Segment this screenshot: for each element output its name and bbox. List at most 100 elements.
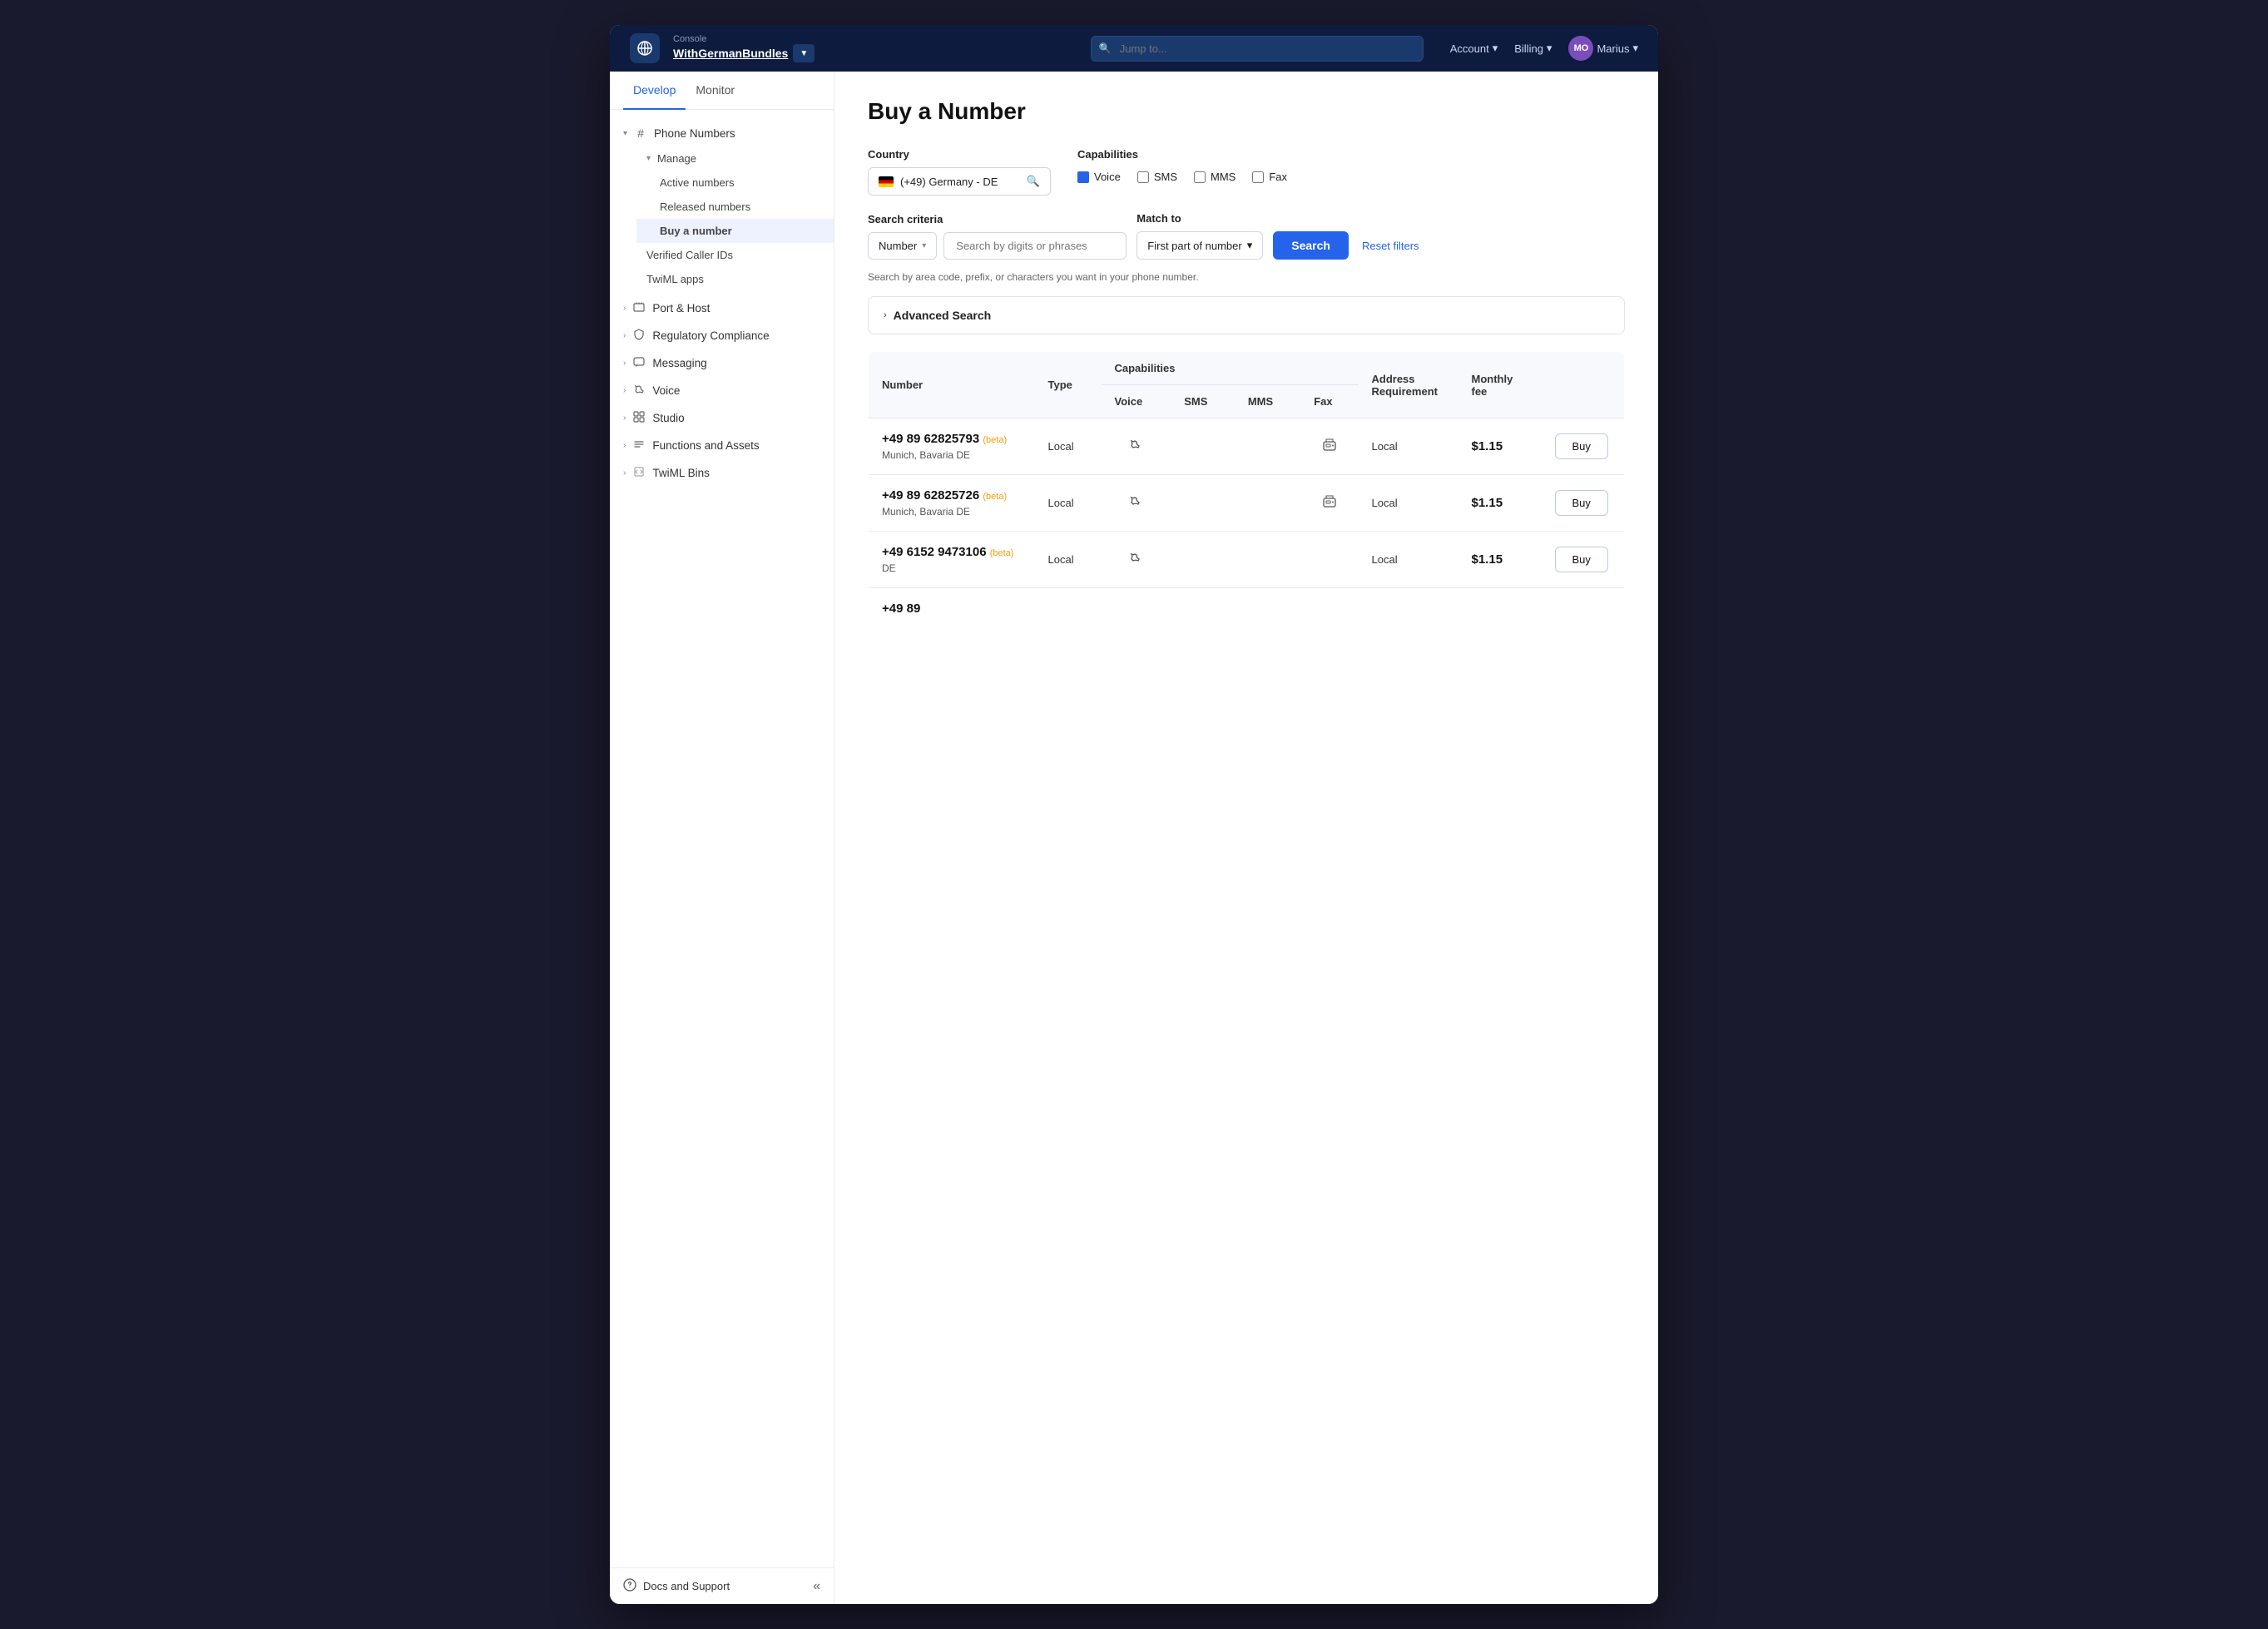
sms-checkbox[interactable]	[1137, 171, 1149, 183]
country-group: Country (+49) Germany - DE 🔍	[868, 148, 1051, 196]
voice-cell	[1102, 532, 1171, 588]
page-title: Buy a Number	[868, 98, 1625, 125]
user-menu[interactable]: MO Marius ▾	[1568, 36, 1638, 61]
sidebar-item-studio[interactable]: › Studio	[610, 404, 834, 432]
sidebar: Develop Monitor ▾ # Phone Numbers ▾ Mana…	[610, 72, 834, 1604]
th-type: Type	[1035, 352, 1102, 418]
number-cell: +49 89	[869, 588, 1035, 630]
sidebar-item-twiml-apps[interactable]: TwiML apps	[623, 267, 834, 291]
compliance-icon	[632, 329, 646, 343]
country-value: (+49) Germany - DE	[900, 176, 998, 188]
tab-monitor[interactable]: Monitor	[686, 72, 745, 110]
mms-cell	[1235, 532, 1300, 588]
flag-de-icon	[879, 176, 894, 187]
number-cell: +49 89 62825793 (beta) Munich, Bavaria D…	[869, 418, 1035, 475]
cap-mms[interactable]: MMS	[1194, 171, 1236, 183]
buy-button[interactable]: Buy	[1555, 547, 1608, 572]
fax-cell	[1300, 475, 1358, 532]
buy-cell: Buy	[1542, 475, 1625, 532]
match-to-dropdown[interactable]: First part of number ▾	[1136, 231, 1263, 260]
billing-menu[interactable]: Billing ▾	[1514, 42, 1552, 55]
help-icon	[623, 1578, 636, 1594]
search-row: Search criteria Number ▾ Match to Fi	[868, 212, 1625, 260]
th-sms: SMS	[1171, 385, 1235, 418]
advanced-search-toggle[interactable]: › Advanced Search	[868, 296, 1625, 334]
monthly-fee-cell: $1.15	[1458, 532, 1542, 588]
sidebar-item-phone-numbers[interactable]: ▾ # Phone Numbers	[610, 120, 834, 146]
project-name[interactable]: WithGermanBundles	[673, 47, 788, 60]
search-criteria-inputs: Number ▾	[868, 232, 1127, 260]
type-cell: Local	[1035, 475, 1102, 532]
sidebar-item-active-numbers[interactable]: Active numbers	[636, 171, 834, 195]
cap-sms[interactable]: SMS	[1137, 171, 1177, 183]
table-row: +49 89	[869, 588, 1625, 630]
fax-checkbox[interactable]	[1252, 171, 1264, 183]
buy-button[interactable]: Buy	[1555, 490, 1608, 516]
cap-voice[interactable]: Voice	[1077, 171, 1121, 183]
number-cell: +49 89 62825726 (beta) Munich, Bavaria D…	[869, 475, 1035, 532]
sidebar-sub-phone-numbers: ▾ Manage Active numbers Released numbers	[610, 146, 834, 291]
account-menu[interactable]: Account ▾	[1450, 42, 1498, 55]
sidebar-item-regulatory-compliance[interactable]: › Regulatory Compliance	[610, 322, 834, 349]
sidebar-item-manage[interactable]: ▾ Manage	[623, 146, 834, 171]
reset-filters-button[interactable]: Reset filters	[1359, 232, 1423, 260]
fax-cell	[1300, 418, 1358, 475]
mms-checkbox[interactable]	[1194, 171, 1206, 183]
th-mms: MMS	[1235, 385, 1300, 418]
sms-cell	[1171, 418, 1235, 475]
collapse-sidebar-button[interactable]: «	[813, 1579, 820, 1594]
sidebar-sub-manage: Active numbers Released numbers Buy a nu…	[623, 171, 834, 243]
sms-cell	[1171, 532, 1235, 588]
sidebar-item-functions-assets[interactable]: › Functions and Assets	[610, 432, 834, 459]
sidebar-item-port-host[interactable]: › Port & Host	[610, 295, 834, 322]
sidebar-item-buy-number[interactable]: Buy a number	[636, 219, 834, 243]
table-row: +49 89 62825793 (beta) Munich, Bavaria D…	[869, 418, 1625, 475]
sidebar-label-phone-numbers: Phone Numbers	[654, 127, 820, 140]
search-input[interactable]	[1091, 36, 1424, 62]
functions-icon	[632, 438, 646, 453]
sidebar-item-released-numbers[interactable]: Released numbers	[636, 195, 834, 219]
search-hint: Search by area code, prefix, or characte…	[868, 271, 1625, 283]
chevron-right-icon: ›	[623, 359, 626, 368]
sidebar-item-messaging[interactable]: › Messaging	[610, 349, 834, 377]
table-row: +49 6152 9473106 (beta) DE Local Local $…	[869, 532, 1625, 588]
sidebar-item-voice[interactable]: › Voice	[610, 377, 834, 404]
project-selector[interactable]: WithGermanBundles ▼	[673, 44, 815, 62]
search-digits-input[interactable]	[943, 232, 1127, 260]
th-address-req: Address Requirement	[1359, 352, 1458, 418]
advanced-search-label: Advanced Search	[894, 309, 992, 322]
app-logo	[630, 33, 660, 63]
voice-checkbox-icon	[1077, 171, 1089, 183]
th-action	[1542, 352, 1625, 418]
chevron-right-icon: ›	[884, 310, 887, 320]
capabilities-group: Capabilities Voice SMS MMS	[1077, 148, 1287, 183]
voice-cell	[1102, 475, 1171, 532]
voice-icon	[632, 384, 646, 398]
messaging-icon	[632, 356, 646, 370]
chevron-down-icon: ▾	[623, 129, 627, 138]
country-label: Country	[868, 148, 1051, 161]
search-button[interactable]: Search	[1273, 231, 1349, 260]
tab-develop[interactable]: Develop	[623, 72, 686, 110]
country-select[interactable]: (+49) Germany - DE 🔍	[868, 167, 1051, 196]
chevron-right-icon: ›	[623, 331, 626, 340]
global-search: 🔍	[1091, 36, 1424, 62]
results-table: Number Type Capabilities Address Require…	[868, 351, 1625, 630]
buy-button[interactable]: Buy	[1555, 433, 1608, 459]
project-dropdown-button[interactable]: ▼	[793, 44, 815, 62]
th-number: Number	[869, 352, 1035, 418]
hash-icon: #	[634, 126, 647, 140]
docs-support-link[interactable]: Docs and Support	[623, 1578, 730, 1594]
capabilities-label: Capabilities	[1077, 148, 1287, 161]
sidebar-item-twiml-bins[interactable]: › TwiML Bins	[610, 459, 834, 487]
type-cell: Local	[1035, 418, 1102, 475]
sidebar-item-verified-caller-ids[interactable]: Verified Caller IDs	[623, 243, 834, 267]
search-criteria-label: Search criteria	[868, 213, 1127, 225]
brand-section: Console WithGermanBundles ▼	[673, 34, 815, 62]
cap-fax[interactable]: Fax	[1252, 171, 1287, 183]
mms-cell	[1235, 475, 1300, 532]
topnav: Console WithGermanBundles ▼ 🔍 Account ▾ …	[610, 25, 1658, 72]
sidebar-label-manage: Manage	[657, 152, 820, 165]
chevron-down-icon: ▾	[922, 241, 926, 250]
search-criteria-dropdown[interactable]: Number ▾	[868, 232, 937, 260]
